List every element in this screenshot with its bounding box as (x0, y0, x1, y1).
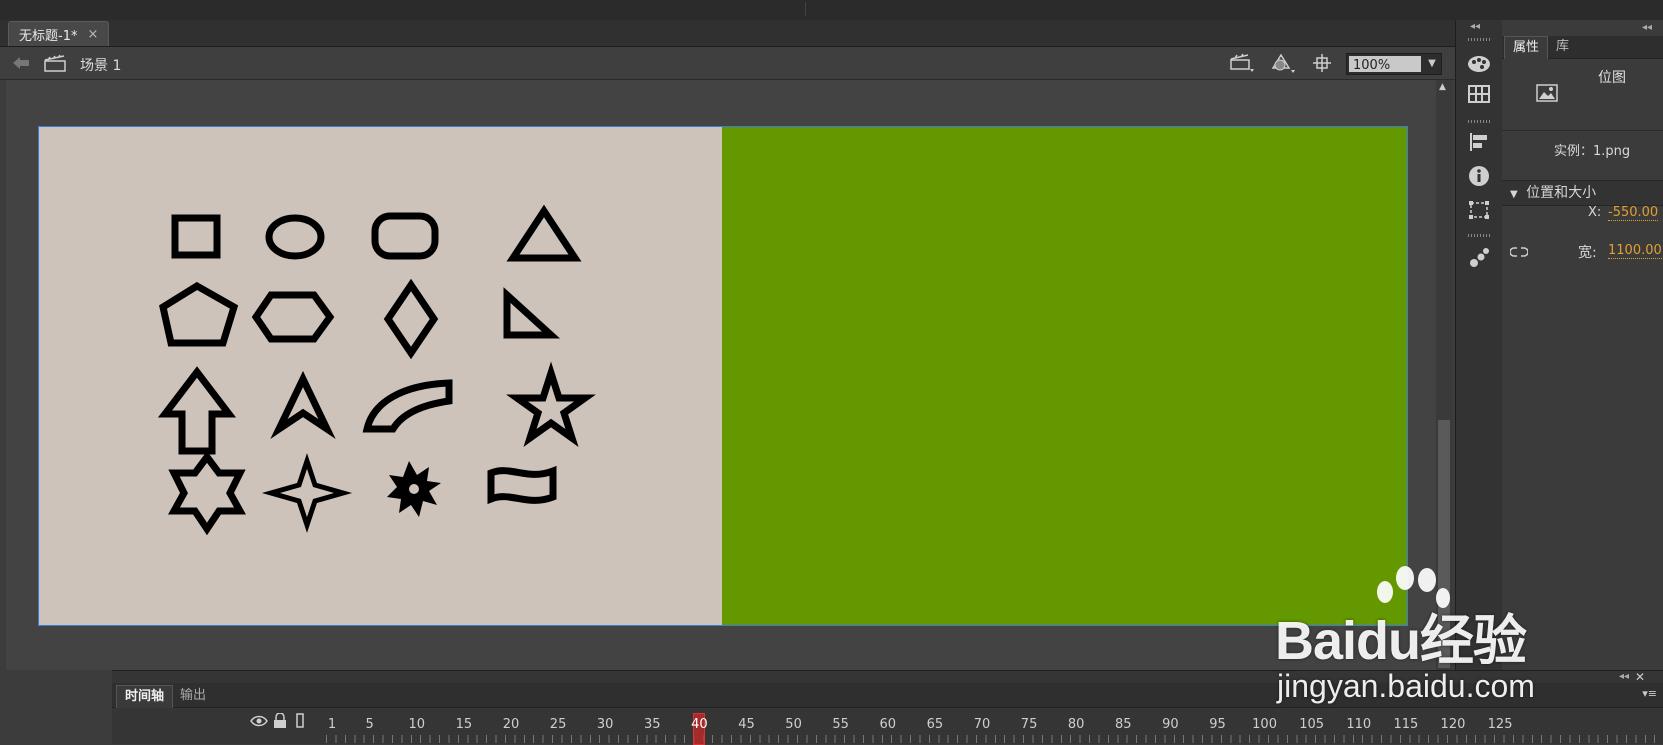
symbol-type-label: 位图 (1598, 70, 1626, 86)
document-tab-bar: 无标题-1* × (0, 20, 1455, 47)
bitmap-shapes-image[interactable] (39, 127, 722, 625)
instance-label: 实例：1.png (1554, 144, 1631, 159)
arrow-up-shape (157, 366, 237, 455)
frame-number: 95 (1209, 717, 1226, 732)
tab-properties[interactable]: 属性 (1504, 36, 1549, 59)
frame-number: 70 (973, 717, 991, 732)
position-size-section-header[interactable]: ▼ 位置和大小 (1502, 180, 1663, 206)
transform-icon[interactable] (1464, 196, 1494, 224)
frame-number: 125 (1487, 717, 1513, 732)
frame-number: 90 (1162, 717, 1179, 732)
zoom-value: 100% (1349, 56, 1421, 73)
bitmap-icon (1536, 84, 1558, 102)
section-title: 位置和大小 (1526, 185, 1597, 201)
properties-tab-bar: 属性 库 (1502, 36, 1663, 59)
x-label: X: (1588, 205, 1602, 220)
clapperboard-icon (44, 54, 66, 72)
frame-number: 60 (879, 717, 897, 732)
close-icon[interactable]: × (87, 27, 98, 42)
panel-grip[interactable] (1468, 38, 1490, 41)
panel-grip[interactable] (1468, 234, 1490, 237)
components-icon[interactable] (1464, 244, 1494, 272)
frame-number: 45 (738, 717, 755, 732)
lock-icon[interactable] (273, 713, 287, 728)
square-shape (171, 214, 221, 259)
tab-timeline[interactable]: 时间轴 (116, 685, 174, 708)
menu-separator (805, 2, 806, 16)
pentagon-shape (159, 281, 239, 347)
chain-link-icon[interactable] (1510, 244, 1528, 260)
frame-number: 50 (785, 717, 802, 732)
width-label: 宽: (1578, 245, 1597, 261)
tab-library[interactable]: 库 (1548, 36, 1577, 58)
frame-number: 105 (1299, 717, 1325, 732)
right-triangle-shape (503, 287, 561, 339)
outline-icon[interactable] (296, 713, 304, 728)
document-tab[interactable]: 无标题-1* × (8, 21, 110, 46)
edit-symbol-icon[interactable] (1270, 52, 1296, 74)
frame-number: 75 (1020, 717, 1038, 732)
frame-ruler[interactable]: 1 5 10 15 20 25 30 35 40 45 50 55 60 65 70 75 80 85 90 95 10… (326, 711, 1663, 745)
frame-number: 120 (1440, 717, 1466, 732)
palette-icon[interactable] (1464, 50, 1494, 78)
grid-icon[interactable] (1464, 80, 1494, 108)
scroll-up-icon[interactable]: ▲ (1439, 82, 1446, 92)
green-rectangle[interactable] (722, 127, 1407, 625)
ellipse-shape (265, 214, 325, 260)
frame-number: 1 (327, 717, 337, 732)
scene-label: 场景 1 (80, 58, 122, 74)
watermark-brand: Baidu经验 (1275, 611, 1527, 671)
star-5-shape (506, 361, 596, 447)
frame-number: 65 (926, 717, 944, 732)
menu-strip (0, 0, 1663, 21)
document-tab-title: 无标题-1* (19, 28, 78, 44)
back-arrow-icon[interactable] (12, 56, 30, 70)
width-value-field[interactable]: 1100.00 (1608, 243, 1662, 259)
x-value-field[interactable]: -550.00 (1608, 205, 1659, 221)
frame-number: 5 (365, 717, 374, 732)
frame-ticks (326, 735, 1663, 743)
arrowhead-shape (270, 370, 336, 439)
edit-scene-icon[interactable] (1230, 53, 1254, 73)
watermark: Baidu经验 jingyan.baidu.com (1275, 566, 1655, 706)
frame-number: 80 (1067, 717, 1085, 732)
frame-number: 115 (1393, 717, 1419, 732)
rounded-rectangle-shape (371, 212, 439, 260)
shapes-artwork (157, 204, 596, 536)
zoom-select[interactable]: 100% ▼ (1346, 53, 1442, 75)
panel-close-icon[interactable]: ◂◂ (1642, 22, 1652, 33)
star-6-shape (168, 451, 246, 536)
frame-number: 10 (408, 717, 426, 732)
stage[interactable] (38, 126, 1408, 626)
arc-shape (362, 379, 453, 433)
frame-number: 15 (455, 717, 473, 732)
frame-number: 100 (1252, 717, 1277, 732)
frame-number: 20 (502, 717, 520, 732)
scene-bar: 场景 1 100% ▼ (0, 47, 1455, 80)
watermark-url: jingyan.baidu.com (1277, 668, 1535, 704)
align-icon[interactable] (1464, 128, 1494, 156)
star-4-shape (261, 453, 353, 533)
divider (1502, 130, 1663, 131)
center-stage-icon[interactable] (1312, 53, 1332, 73)
chevron-down-icon: ▼ (1510, 189, 1518, 200)
eye-icon[interactable] (250, 715, 268, 727)
hexagon-shape (251, 291, 335, 343)
tab-output[interactable]: 输出 (172, 685, 214, 707)
triangle-shape (506, 204, 582, 262)
frame-number: 55 (832, 717, 849, 732)
diamond-shape (383, 278, 439, 360)
collapse-panel-icon[interactable]: ◂◂ (1470, 21, 1480, 32)
frame-number: 35 (643, 717, 661, 732)
panel-grip[interactable] (1468, 120, 1490, 123)
frame-number: 85 (1114, 717, 1132, 732)
chevron-down-icon[interactable]: ▼ (1423, 54, 1441, 74)
info-icon[interactable] (1464, 162, 1494, 190)
frame-number: 40 (691, 717, 708, 732)
frame-number: 25 (549, 717, 567, 732)
wave-flag-shape (487, 465, 557, 505)
frame-number: 110 (1346, 717, 1372, 732)
frame-number: 30 (596, 717, 614, 732)
